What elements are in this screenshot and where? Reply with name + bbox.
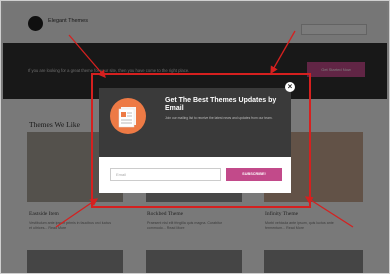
annotation-arrow	[304, 196, 354, 228]
annotation-arrow	[270, 30, 296, 75]
annotation-arrow	[68, 34, 106, 78]
annotation-arrows	[55, 30, 354, 228]
screenshot-frame: Elegant Themes If you are looking for a …	[0, 0, 390, 274]
annotation-arrow	[55, 198, 99, 228]
